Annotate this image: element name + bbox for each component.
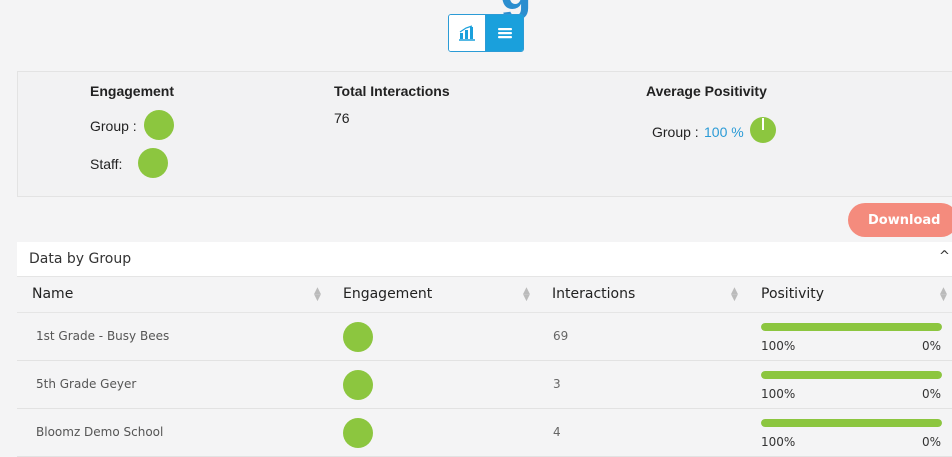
positivity-pie-icon <box>750 117 776 143</box>
row-engagement-dot <box>343 322 373 352</box>
engagement-group-dot <box>144 110 174 140</box>
column-header-positivity[interactable]: Positivity <box>761 286 824 302</box>
table-row[interactable]: Bloomz Demo School 4 100% 0% <box>17 409 952 457</box>
column-header-engagement[interactable]: Engagement <box>343 286 432 302</box>
sort-icon[interactable]: ▲ ▼ <box>314 287 321 303</box>
row-engagement-dot <box>343 370 373 400</box>
data-by-group-table: Data by Group ^ Name ▲ ▼ Engagement ▲ ▼ In… <box>17 242 952 457</box>
row-positivity-bar <box>761 371 942 379</box>
column-header-name[interactable]: Name <box>32 286 73 302</box>
chart-view-button[interactable] <box>449 15 486 51</box>
total-interactions-value: 76 <box>334 110 350 126</box>
engagement-staff-dot <box>138 148 168 178</box>
row-negative-percent: 0% <box>922 339 942 353</box>
row-positive-percent: 100% <box>761 339 796 353</box>
row-positivity-bar <box>761 323 942 331</box>
average-positivity-heading: Average Positivity <box>646 83 767 99</box>
row-positivity-bar <box>761 419 942 427</box>
column-header-interactions[interactable]: Interactions <box>552 286 635 302</box>
row-group-name: 5th Grade Geyer <box>36 377 137 391</box>
total-interactions-heading: Total Interactions <box>334 83 450 99</box>
list-view-button[interactable] <box>486 15 523 51</box>
chevron-up-icon[interactable]: ^ <box>939 249 950 264</box>
table-header-row: Name ▲ ▼ Engagement ▲ ▼ Interactions ▲ ▼ Po… <box>17 277 952 313</box>
download-button[interactable]: Download <box>848 203 952 237</box>
engagement-group-label: Group : <box>90 118 137 134</box>
list-icon <box>497 28 512 39</box>
sort-icon[interactable]: ▲ ▼ <box>523 287 530 303</box>
table-row[interactable]: 1st Grade - Busy Bees 69 100% 0% <box>17 313 952 361</box>
row-negative-percent: 0% <box>922 435 942 449</box>
sort-icon[interactable]: ▲ ▼ <box>940 287 947 303</box>
row-engagement-dot <box>343 418 373 448</box>
row-group-name: 1st Grade - Busy Bees <box>36 329 170 343</box>
positivity-value: 100 % <box>704 124 744 140</box>
summary-panel: Engagement Group : Staff: Total Interact… <box>17 71 952 197</box>
row-negative-percent: 0% <box>922 387 942 401</box>
row-interactions: 69 <box>553 329 569 343</box>
row-interactions: 3 <box>553 377 561 391</box>
row-positive-percent: 100% <box>761 435 796 449</box>
table-row[interactable]: 5th Grade Geyer 3 100% 0% <box>17 361 952 409</box>
row-group-name: Bloomz Demo School <box>36 425 164 439</box>
row-positive-percent: 100% <box>761 387 796 401</box>
bar-chart-icon <box>459 25 475 41</box>
view-toggle <box>448 14 524 52</box>
table-title-bar[interactable]: Data by Group ^ <box>17 242 952 277</box>
table-title: Data by Group <box>29 251 132 267</box>
positivity-group-label: Group : <box>652 124 699 140</box>
sort-icon[interactable]: ▲ ▼ <box>731 287 738 303</box>
row-interactions: 4 <box>553 425 561 439</box>
engagement-staff-label: Staff: <box>90 156 123 172</box>
engagement-heading: Engagement <box>90 83 175 99</box>
